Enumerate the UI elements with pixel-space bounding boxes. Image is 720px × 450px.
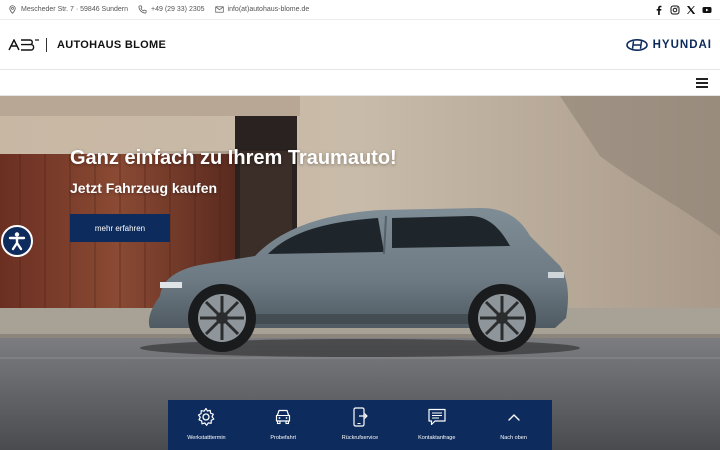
quick-action-bar: Werkstatttermin Probefahrt Rückrufservic… <box>168 400 552 450</box>
hero-subtitle: Jetzt Fahrzeug kaufen <box>70 180 218 196</box>
location-pin-icon <box>9 5 16 14</box>
quick-action-label: Werkstatttermin <box>187 435 226 441</box>
phone-text[interactable]: +49 (29 33) 2305 <box>151 6 205 13</box>
hamburger-menu-icon[interactable] <box>696 78 708 88</box>
quick-action-label: Probefahrt <box>270 435 297 441</box>
address-text: Mescheder Str. 7 · 59846 Sundern <box>21 6 129 13</box>
quick-action-rueckrufservice[interactable]: Rückrufservice <box>322 400 399 450</box>
gear-icon <box>198 407 215 426</box>
top-info-bar: Mescheder Str. 7 · 59846 Sundern +49 (29… <box>0 0 720 20</box>
quick-action-label: Rückrufservice <box>341 435 379 441</box>
youtube-icon[interactable] <box>702 5 712 15</box>
phone-forward-icon <box>353 407 368 427</box>
hero-title: Ganz einfach zu Ihrem Traumauto! <box>70 147 397 169</box>
car-icon <box>276 409 291 425</box>
chat-icon <box>428 408 446 426</box>
instagram-icon[interactable] <box>670 5 680 15</box>
brand-name: HYUNDAI <box>652 38 712 51</box>
email-info[interactable]: info(at)autohaus-blome.de <box>214 5 310 14</box>
phone-info[interactable]: +49 (29 33) 2305 <box>138 5 205 14</box>
ab-logo-icon <box>8 38 39 51</box>
social-links <box>654 5 712 15</box>
chevron-up-icon <box>507 414 520 421</box>
site-header: AUTOHAUS BLOME HYUNDAI <box>0 20 720 70</box>
hyundai-logo[interactable]: HYUNDAI <box>625 38 712 51</box>
quick-action-label: Kontaktanfrage <box>418 435 456 441</box>
hyundai-emblem-icon <box>625 38 648 51</box>
dealer-logo[interactable] <box>8 38 40 51</box>
logo-divider <box>46 37 47 52</box>
mehr-erfahren-button[interactable]: mehr erfahren <box>70 214 170 242</box>
address-info: Mescheder Str. 7 · 59846 Sundern <box>8 5 128 14</box>
envelope-icon <box>214 6 224 13</box>
quick-action-kontaktanfrage[interactable]: Kontaktanfrage <box>398 400 475 450</box>
quick-action-nach-oben[interactable]: Nach oben <box>475 400 552 450</box>
accessibility-person-icon <box>8 232 26 251</box>
phone-icon <box>138 5 147 14</box>
hero-banner: Ganz einfach zu Ihrem Traumauto! Jetzt F… <box>0 96 720 450</box>
quick-action-label: Nach oben <box>500 435 527 441</box>
quick-action-probefahrt[interactable]: Probefahrt <box>245 400 322 450</box>
accessibility-button[interactable] <box>1 225 33 257</box>
quick-action-werkstatttermin[interactable]: Werkstatttermin <box>168 400 245 450</box>
email-text[interactable]: info(at)autohaus-blome.de <box>228 6 310 13</box>
dealer-name[interactable]: AUTOHAUS BLOME <box>57 39 166 51</box>
x-twitter-icon[interactable] <box>686 5 696 15</box>
nav-bar <box>0 71 720 96</box>
facebook-icon[interactable] <box>654 5 664 15</box>
